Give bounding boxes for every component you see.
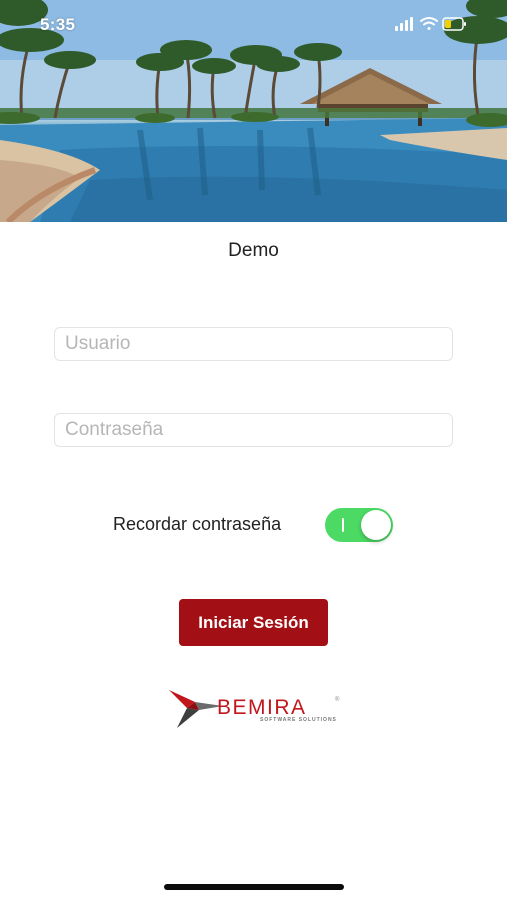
brand-logo: BEMIRA ® SOFTWARE SOLUTIONS [165,682,345,732]
remember-password-label: Recordar contraseña [113,514,282,534]
wifi-icon [420,17,438,30]
brand-tagline: SOFTWARE SOLUTIONS [260,717,337,723]
toggle-knob [361,510,391,540]
bemira-star-icon [169,690,223,728]
signal-icon [395,17,413,31]
remember-password-row: Recordar contraseña [0,508,507,542]
toggle-on-indicator [342,518,344,532]
login-button[interactable]: Iniciar Sesión [179,599,328,646]
page-title: Demo [228,240,279,261]
username-input[interactable] [54,327,453,361]
status-bar: 5:35 [0,0,507,50]
remember-password-toggle[interactable] [325,508,393,542]
brand-registered-mark: ® [335,697,340,703]
password-input[interactable] [54,413,453,447]
status-time: 5:35 [40,15,76,34]
home-indicator[interactable] [164,884,344,890]
status-icons [395,17,466,31]
battery-icon [442,17,466,31]
